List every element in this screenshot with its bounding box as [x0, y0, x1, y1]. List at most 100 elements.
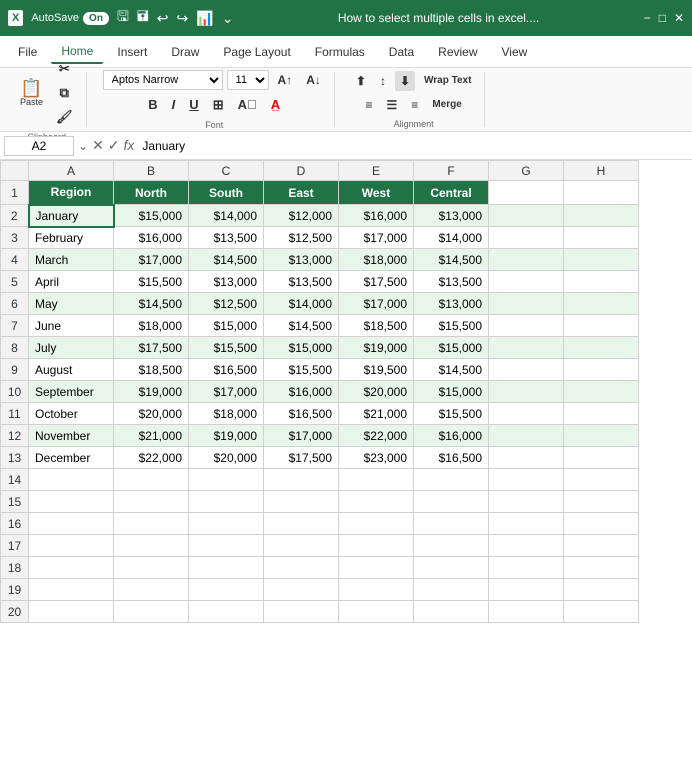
east-cell[interactable]: $15,000	[264, 337, 339, 359]
empty-cell[interactable]	[29, 513, 114, 535]
north-cell[interactable]: $20,000	[114, 403, 189, 425]
east-cell[interactable]: $17,000	[264, 425, 339, 447]
north-cell[interactable]: $17,500	[114, 337, 189, 359]
align-right-button[interactable]: ≡	[406, 95, 423, 115]
central-cell[interactable]: $14,500	[414, 359, 489, 381]
italic-button[interactable]: I	[167, 94, 181, 115]
empty-cell[interactable]	[264, 513, 339, 535]
east-cell[interactable]: $14,000	[264, 293, 339, 315]
empty-cell[interactable]	[189, 513, 264, 535]
empty-h11[interactable]	[564, 403, 639, 425]
month-cell[interactable]: September	[29, 381, 114, 403]
wrap-text-button[interactable]: Wrap Text	[419, 72, 476, 89]
undo-icon[interactable]: ↩	[157, 10, 169, 27]
toolbar-icon-1[interactable]: 🖫	[117, 6, 129, 30]
menu-page-layout[interactable]: Page Layout	[213, 41, 300, 63]
menu-insert[interactable]: Insert	[107, 41, 157, 63]
empty-h4[interactable]	[564, 249, 639, 271]
region-header[interactable]: Region	[29, 181, 114, 205]
east-cell[interactable]: $13,500	[264, 271, 339, 293]
empty-g10[interactable]	[489, 381, 564, 403]
empty-cell[interactable]	[189, 601, 264, 623]
empty-cell[interactable]	[489, 513, 564, 535]
central-cell[interactable]: $13,000	[414, 205, 489, 227]
empty-cell[interactable]	[339, 513, 414, 535]
north-cell[interactable]: $15,000	[114, 205, 189, 227]
align-left-button[interactable]: ≡	[361, 95, 378, 115]
menu-draw[interactable]: Draw	[161, 41, 209, 63]
north-cell[interactable]: $19,000	[114, 381, 189, 403]
empty-cell[interactable]	[489, 557, 564, 579]
empty-cell[interactable]	[339, 557, 414, 579]
empty-h13[interactable]	[564, 447, 639, 469]
empty-cell[interactable]	[29, 535, 114, 557]
col-header-a[interactable]: A	[29, 161, 114, 181]
month-cell[interactable]: August	[29, 359, 114, 381]
south-cell[interactable]: $15,500	[189, 337, 264, 359]
south-cell[interactable]: $13,500	[189, 227, 264, 249]
cancel-formula-icon[interactable]: ✕	[92, 137, 104, 154]
south-cell[interactable]: $12,500	[189, 293, 264, 315]
empty-h1[interactable]	[564, 181, 639, 205]
east-header[interactable]: East	[264, 181, 339, 205]
north-header[interactable]: North	[114, 181, 189, 205]
empty-g8[interactable]	[489, 337, 564, 359]
format-painter-button[interactable]: 🖌	[51, 106, 78, 128]
empty-cell[interactable]	[339, 491, 414, 513]
north-cell[interactable]: $17,000	[114, 249, 189, 271]
empty-g7[interactable]	[489, 315, 564, 337]
merge-button[interactable]: Merge	[427, 96, 466, 113]
month-cell[interactable]: March	[29, 249, 114, 271]
copy-button[interactable]: ⧉	[51, 82, 78, 104]
empty-h8[interactable]	[564, 337, 639, 359]
empty-g2[interactable]	[489, 205, 564, 227]
empty-cell[interactable]	[114, 601, 189, 623]
maximize-icon[interactable]: □	[659, 11, 666, 25]
empty-cell[interactable]	[264, 601, 339, 623]
empty-cell[interactable]	[339, 469, 414, 491]
empty-cell[interactable]	[414, 601, 489, 623]
empty-cell[interactable]	[29, 557, 114, 579]
west-cell[interactable]: $18,000	[339, 249, 414, 271]
empty-cell[interactable]	[414, 469, 489, 491]
empty-cell[interactable]	[339, 601, 414, 623]
empty-h5[interactable]	[564, 271, 639, 293]
empty-g13[interactable]	[489, 447, 564, 469]
month-cell[interactable]: February	[29, 227, 114, 249]
south-cell[interactable]: $13,000	[189, 271, 264, 293]
empty-cell[interactable]	[114, 535, 189, 557]
empty-h9[interactable]	[564, 359, 639, 381]
empty-h3[interactable]	[564, 227, 639, 249]
empty-cell[interactable]	[114, 557, 189, 579]
empty-cell[interactable]	[114, 513, 189, 535]
col-header-h[interactable]: H	[564, 161, 639, 181]
empty-cell[interactable]	[489, 491, 564, 513]
month-cell[interactable]: December	[29, 447, 114, 469]
empty-g4[interactable]	[489, 249, 564, 271]
central-cell[interactable]: $13,000	[414, 293, 489, 315]
chart-icon[interactable]: 📊	[196, 10, 213, 27]
east-cell[interactable]: $15,500	[264, 359, 339, 381]
month-cell[interactable]: June	[29, 315, 114, 337]
empty-cell[interactable]	[414, 491, 489, 513]
empty-g1[interactable]	[489, 181, 564, 205]
north-cell[interactable]: $14,500	[114, 293, 189, 315]
minimize-icon[interactable]: −	[644, 11, 651, 25]
col-header-b[interactable]: B	[114, 161, 189, 181]
autosave-toggle[interactable]: On	[83, 12, 109, 25]
empty-h10[interactable]	[564, 381, 639, 403]
empty-cell[interactable]	[564, 579, 639, 601]
empty-cell[interactable]	[564, 601, 639, 623]
empty-h7[interactable]	[564, 315, 639, 337]
formula-input[interactable]	[138, 137, 688, 155]
spreadsheet-container[interactable]: A B C D E F G H 1 Region North South Ea	[0, 160, 692, 776]
empty-cell[interactable]	[29, 491, 114, 513]
central-cell[interactable]: $15,500	[414, 403, 489, 425]
font-color-button[interactable]: A̲	[266, 94, 285, 115]
south-cell[interactable]: $16,500	[189, 359, 264, 381]
col-header-f[interactable]: F	[414, 161, 489, 181]
empty-cell[interactable]	[339, 579, 414, 601]
expand-icon[interactable]: ⌄	[78, 139, 88, 153]
empty-h12[interactable]	[564, 425, 639, 447]
month-cell[interactable]: July	[29, 337, 114, 359]
